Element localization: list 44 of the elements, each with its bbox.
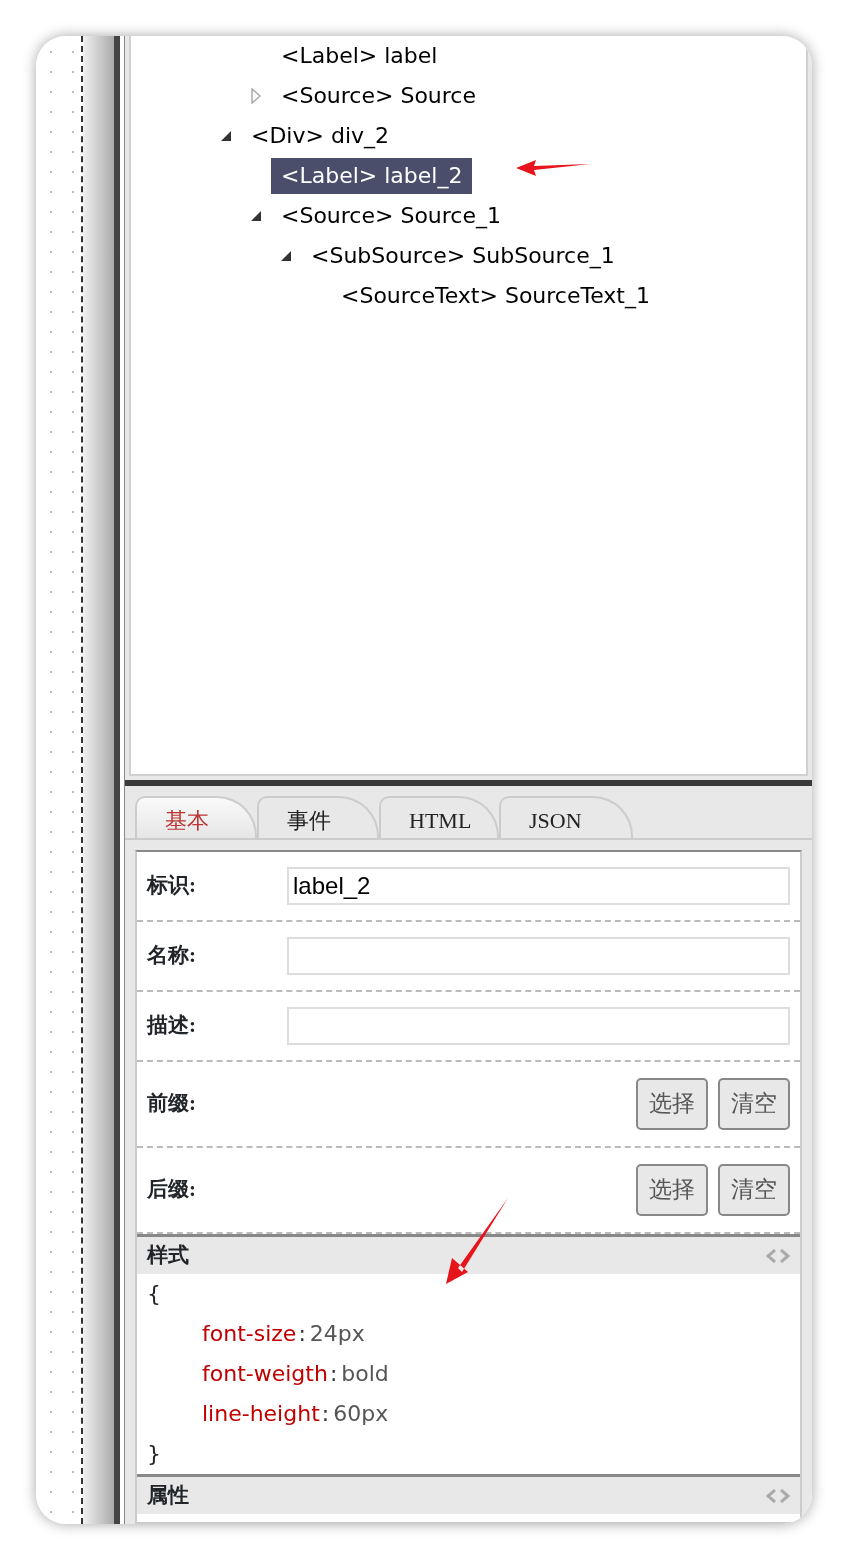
collapsed-triangle-icon[interactable] [251,88,261,104]
tree-item[interactable]: <Div> div_2 [241,118,400,154]
css-colon: : [321,1401,330,1426]
tree-item[interactable]: <Label> label [271,38,448,74]
field-label: 前缀: [147,1090,197,1118]
css-property: line-height [202,1401,320,1426]
tab[interactable]: 基本 [135,796,257,838]
field-label: 后缀: [147,1176,197,1204]
expanded-triangle-icon[interactable] [281,251,291,261]
css-value: 24px [309,1321,365,1346]
code-brace: } [147,1441,161,1466]
field-label: 描述: [147,1012,197,1040]
tab[interactable]: HTML [379,796,499,838]
section-header[interactable]: 属性 [137,1474,800,1514]
css-colon: : [298,1321,306,1346]
expanded-triangle-icon[interactable] [251,211,261,221]
css-value: 60px [333,1401,389,1426]
tree-item[interactable]: <SubSource> SubSource_1 [301,238,625,274]
action-button[interactable]: 选择 [636,1078,708,1130]
field-label: 名称: [147,942,197,970]
input-field[interactable] [287,1007,790,1045]
css-property: font-weigth [202,1361,328,1386]
css-property: font-size [202,1321,297,1346]
code-toggle-icon[interactable] [766,1488,790,1503]
tree-item[interactable]: <Label> label_2 [271,158,473,194]
expanded-triangle-icon[interactable] [221,131,231,141]
tab[interactable]: JSON [499,796,633,838]
code-toggle-icon[interactable] [766,1248,790,1263]
css-value: bold [341,1361,389,1386]
input-field[interactable] [287,937,790,975]
section-title: 属性 [147,1481,189,1509]
css-colon: : [329,1361,338,1386]
action-button[interactable]: 选择 [636,1164,708,1216]
tab[interactable]: 事件 [257,796,379,838]
action-button[interactable]: 清空 [718,1164,790,1216]
tree-item[interactable]: <SourceText> SourceText_1 [331,278,660,314]
action-button[interactable]: 清空 [718,1078,790,1130]
input-field[interactable]: label_2 [287,867,790,905]
tree-item[interactable]: <Source> Source [271,78,486,114]
code-brace: { [147,1281,161,1306]
section-title: 样式 [147,1241,189,1269]
tree-item[interactable]: <Source> Source_1 [271,198,511,234]
field-label: 标识: [147,872,197,900]
section-header[interactable]: 样式 [137,1234,800,1274]
